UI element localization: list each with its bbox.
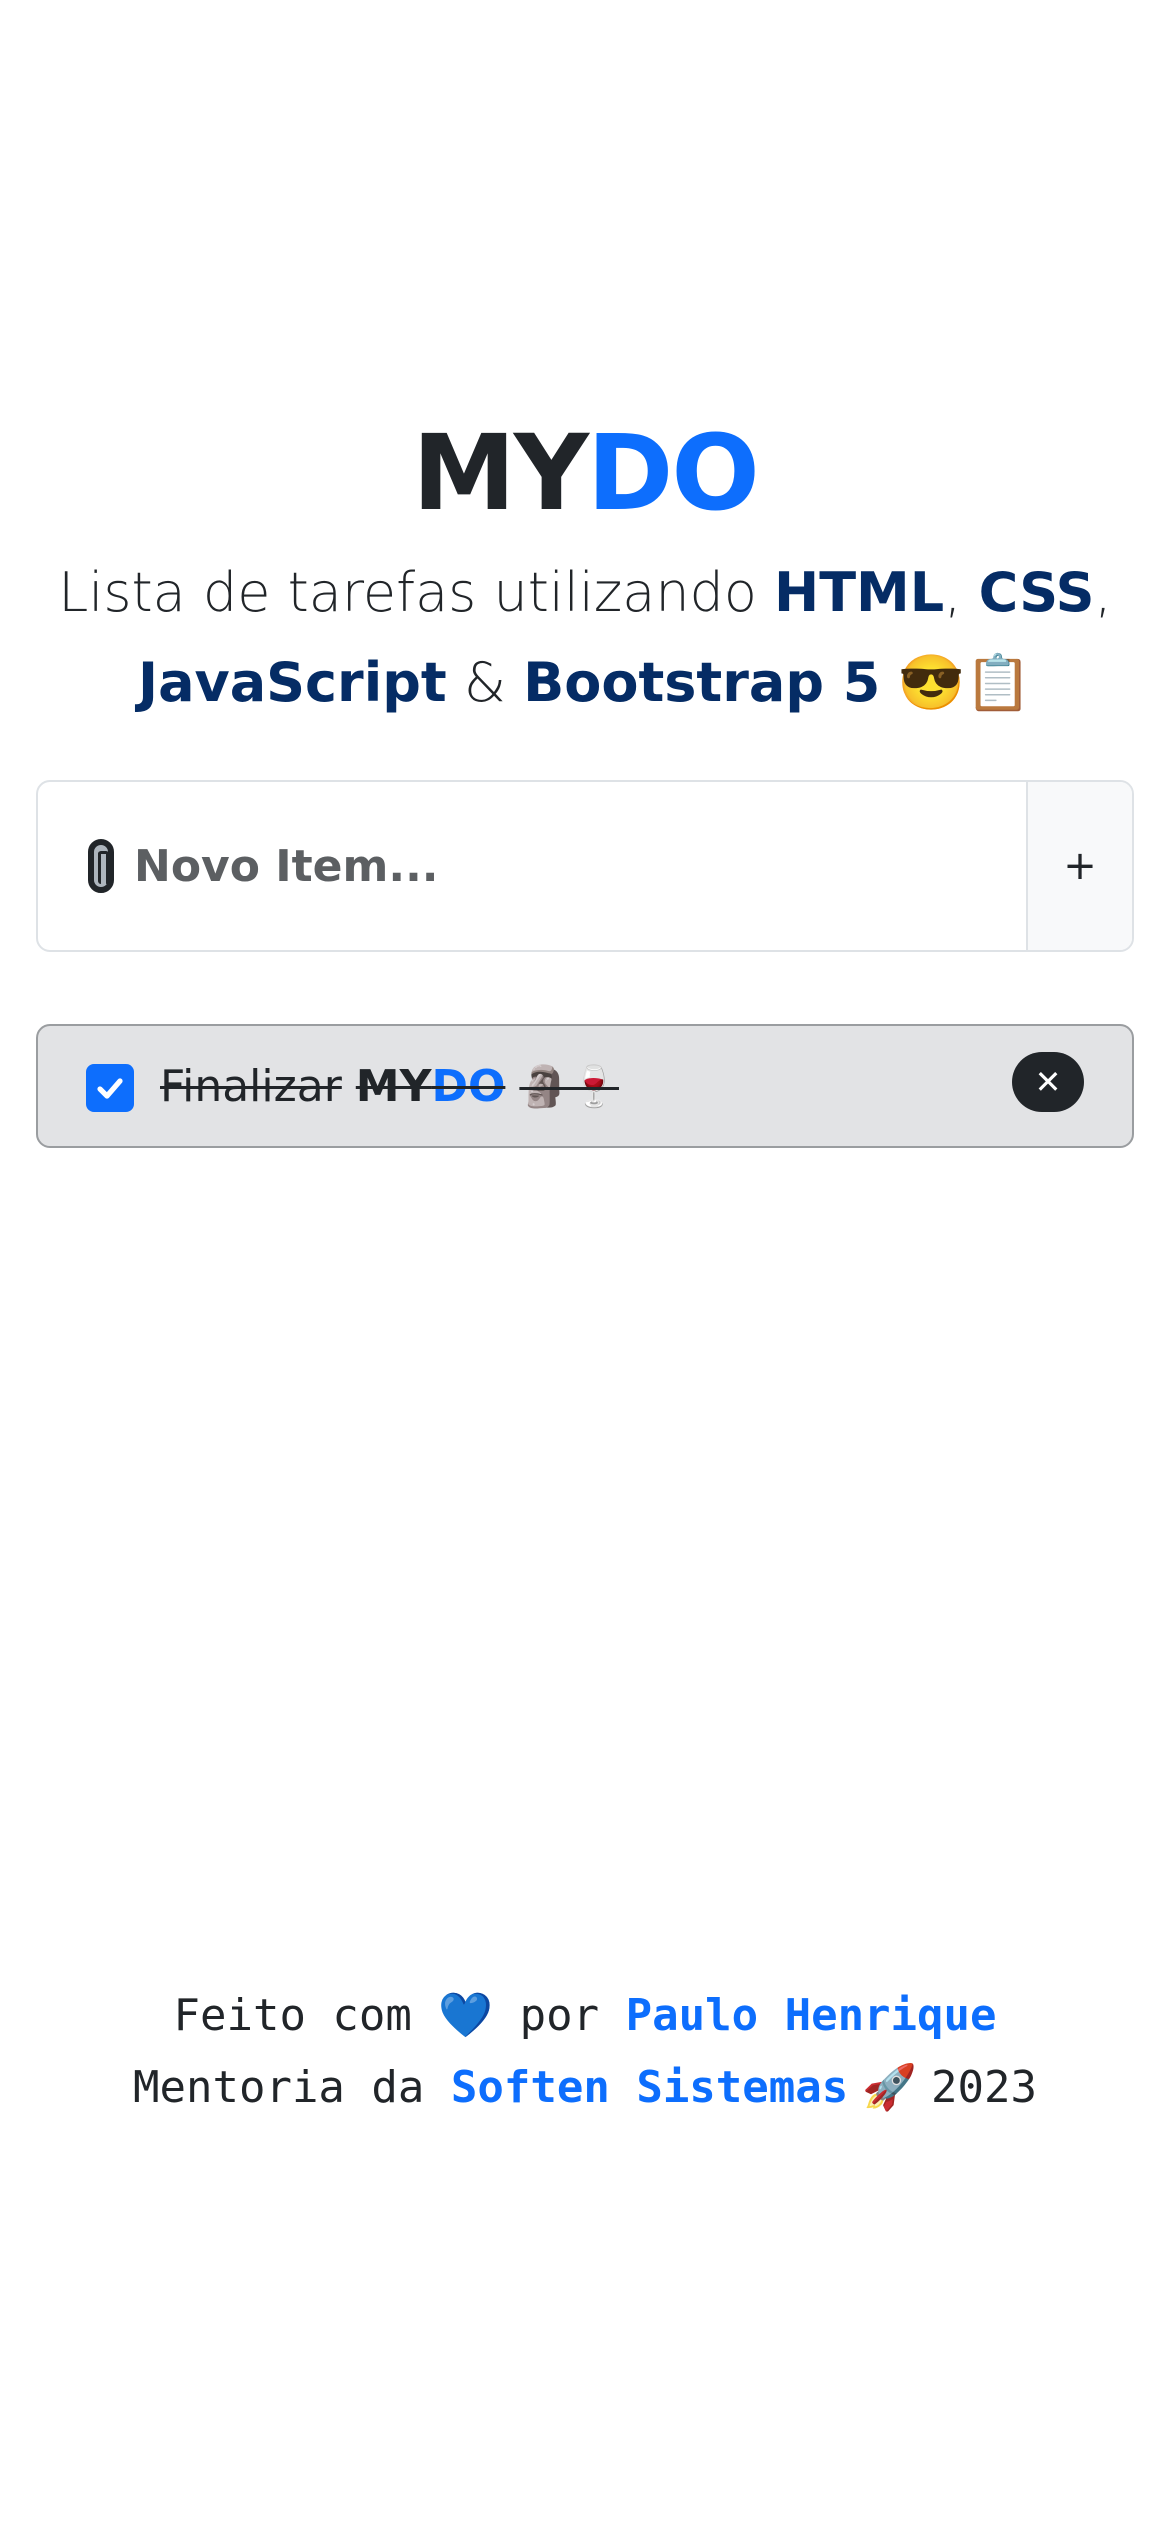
logo-do: DO [587, 412, 760, 534]
check-icon [97, 1078, 123, 1099]
task-item: Finalizar MY DO 🗿🍷 ✕ [36, 1024, 1134, 1148]
footer-mentoring: Mentoria da [133, 2062, 451, 2113]
author-link[interactable]: Paulo Henrique [626, 1990, 997, 2041]
tech-css: CSS [978, 561, 1095, 624]
new-item-form: + [36, 780, 1134, 952]
company-link[interactable]: Soften Sistemas [451, 2062, 848, 2113]
task-text-do: DO [431, 1060, 506, 1112]
app-subtitle: Lista de tarefas utilizando HTML, CSS, Ja… [45, 548, 1125, 728]
tech-html: HTML [774, 561, 945, 624]
subtitle-prefix: Lista de tarefas utilizando [58, 561, 775, 624]
task-emoji: 🗿🍷 [519, 1063, 619, 1110]
delete-task-button[interactable]: ✕ [1012, 1052, 1084, 1112]
subtitle-sep-1: , [944, 561, 962, 624]
footer-made-with: Feito com [173, 1990, 439, 2041]
footer-line-2: Mentoria da Soften Sistemas 🚀 2023 [0, 2052, 1170, 2124]
logo-my: MY [412, 412, 589, 534]
footer-line-1: Feito com 💙 por Paulo Henrique [0, 1980, 1170, 2052]
new-item-input-wrap [38, 782, 1026, 950]
tech-bootstrap: Bootstrap 5 [523, 651, 881, 714]
footer-by: por [493, 1990, 626, 2041]
add-item-button[interactable]: + [1026, 782, 1132, 950]
footer: Feito com 💙 por Paulo Henrique Mentoria … [0, 1980, 1170, 2124]
new-item-input[interactable] [134, 782, 1026, 950]
close-icon: ✕ [1034, 1063, 1062, 1101]
task-text-prefix: Finalizar [160, 1060, 342, 1112]
task-checkbox[interactable] [86, 1064, 134, 1112]
subtitle-sep-3: & [446, 651, 524, 714]
heart-icon: 💙 [438, 1990, 494, 2041]
task-text: Finalizar MY DO 🗿🍷 [160, 1026, 619, 1146]
rocket-icon: 🚀 [848, 2062, 932, 2113]
app-logo: MYDO [0, 408, 1170, 538]
subtitle-emojis: 😎📋 [880, 651, 1032, 714]
paperclip-icon [88, 839, 114, 893]
header: MYDO Lista de tarefas utilizando HTML, C… [0, 408, 1170, 728]
task-text-my: MY [355, 1060, 432, 1112]
tech-javascript: JavaScript [137, 651, 447, 714]
subtitle-sep-2: , [1094, 561, 1112, 624]
footer-year: 2023 [931, 2062, 1037, 2113]
